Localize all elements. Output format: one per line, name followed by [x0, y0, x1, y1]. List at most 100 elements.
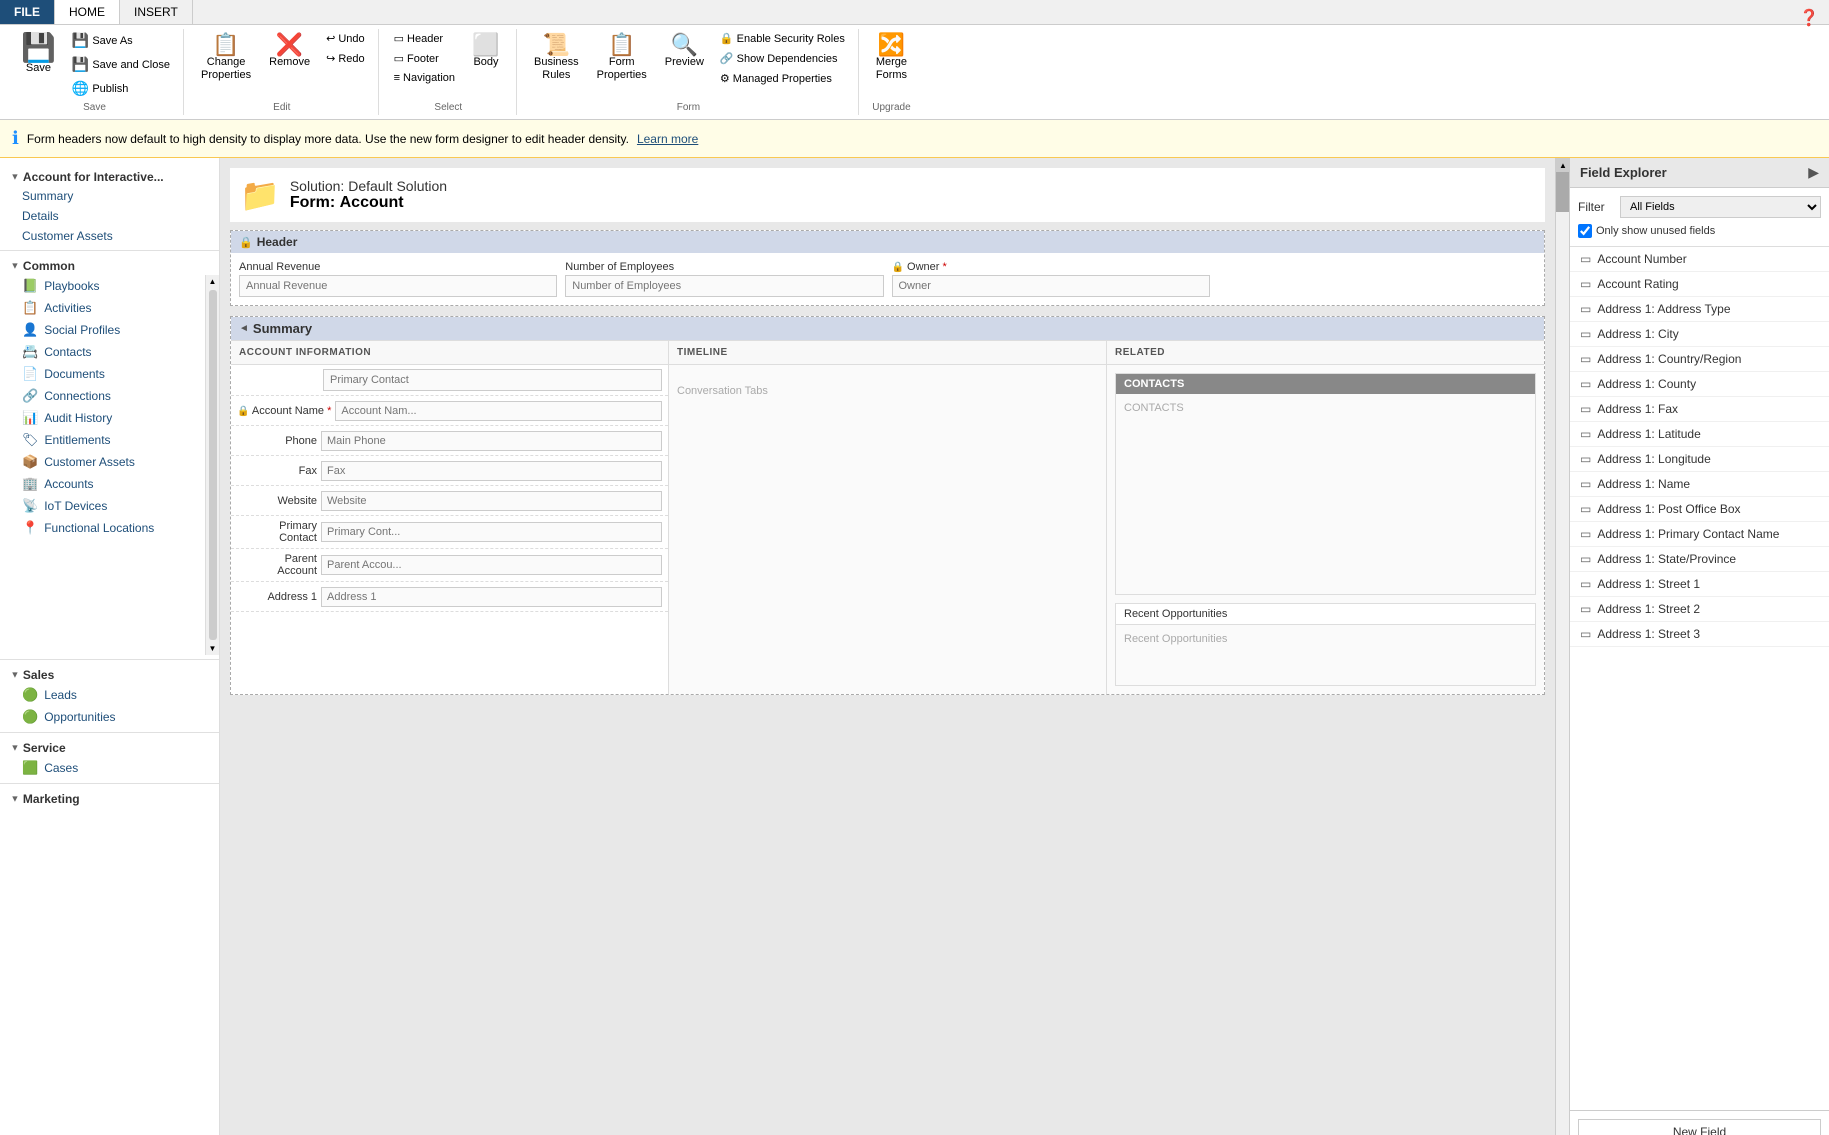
show-unused-checkbox[interactable] [1578, 224, 1592, 238]
change-properties-button[interactable]: 📋 ChangeProperties [194, 29, 258, 87]
help-icon[interactable]: ❓ [1799, 8, 1819, 28]
publish-button[interactable]: 🌐 Publish [67, 77, 175, 100]
sidebar-item-iot-devices[interactable]: 📡 IoT Devices [0, 495, 205, 517]
body-button[interactable]: ⬜ Body [464, 29, 508, 73]
field-item-address-pobox[interactable]: ▭ Address 1: Post Office Box [1570, 497, 1829, 522]
sidebar-item-audit-history[interactable]: 📊 Audit History [0, 407, 205, 429]
annual-revenue-label: Annual Revenue [239, 261, 557, 273]
redo-button[interactable]: ↪ Redo [321, 49, 370, 68]
navigation-icon: ≡ [394, 72, 400, 84]
undo-button[interactable]: ↩ Undo [321, 29, 370, 48]
field-item-address-longitude[interactable]: ▭ Address 1: Longitude [1570, 447, 1829, 472]
header-button[interactable]: ▭ Header [389, 29, 460, 48]
ribbon-edit-items: 📋 ChangeProperties ❌ Remove ↩ Undo ↪ [194, 29, 370, 100]
sidebar-item-summary[interactable]: Summary [0, 186, 219, 206]
sidebar-section-common[interactable]: Common [0, 255, 219, 275]
managed-properties-button[interactable]: ⚙ Managed Properties [715, 69, 850, 88]
field-item-address-latitude[interactable]: ▭ Address 1: Latitude [1570, 422, 1829, 447]
summary-section-header[interactable]: ◄ Summary [231, 317, 1544, 340]
sidebar-item-contacts[interactable]: 📇 Contacts [0, 341, 205, 363]
tab-insert[interactable]: INSERT [120, 0, 193, 24]
sidebar-section-sales[interactable]: Sales [0, 664, 219, 684]
sidebar-item-cases[interactable]: 🟩 Cases [0, 757, 219, 779]
business-rules-button[interactable]: 📜 BusinessRules [527, 29, 586, 87]
preview-button[interactable]: 🔍 Preview [658, 29, 711, 73]
field-item-address-street3[interactable]: ▭ Address 1: Street 3 [1570, 622, 1829, 647]
opportunities-label: Opportunities [44, 710, 115, 724]
social-profiles-label: Social Profiles [44, 323, 120, 337]
field-item-address-city[interactable]: ▭ Address 1: City [1570, 322, 1829, 347]
num-employees-field[interactable]: Number of Employees [565, 261, 883, 297]
show-dependencies-button[interactable]: 🔗 Show Dependencies [715, 49, 850, 68]
owner-label: 🔒 Owner * [892, 261, 1210, 273]
field-item-address-fax[interactable]: ▭ Address 1: Fax [1570, 397, 1829, 422]
sidebar-item-entitlements[interactable]: 🏷 Entitlements [0, 429, 205, 451]
primary-contact-input[interactable] [321, 522, 662, 542]
documents-label: Documents [44, 367, 105, 381]
primary-contact-standalone-input[interactable] [323, 369, 662, 391]
remove-button[interactable]: ❌ Remove [262, 29, 317, 73]
website-input[interactable] [321, 491, 662, 511]
field-item-address-state[interactable]: ▭ Address 1: State/Province [1570, 547, 1829, 572]
field-item-address-primary-contact[interactable]: ▭ Address 1: Primary Contact Name [1570, 522, 1829, 547]
sidebar-item-customer-assets[interactable]: 📦 Customer Assets [0, 451, 205, 473]
header-section-title[interactable]: 🔒 Header [231, 231, 1544, 253]
filter-select[interactable]: All Fields Unused Fields Required Fields… [1620, 196, 1821, 218]
field-item-address-type[interactable]: ▭ Address 1: Address Type [1570, 297, 1829, 322]
field-item-address-street1[interactable]: ▭ Address 1: Street 1 [1570, 572, 1829, 597]
fax-input[interactable] [321, 461, 662, 481]
sidebar-item-functional-locations[interactable]: 📍 Functional Locations [0, 517, 205, 539]
navigation-button[interactable]: ≡ Navigation [389, 69, 460, 87]
address1-input[interactable] [321, 587, 662, 607]
sidebar-item-customer-assets-account[interactable]: Customer Assets [0, 226, 219, 246]
sidebar-item-leads[interactable]: 🟢 Leads [0, 684, 219, 706]
save-as-button[interactable]: 💾 Save As [67, 29, 175, 52]
account-name-input[interactable] [335, 401, 662, 421]
scroll-track [1556, 172, 1569, 1135]
sidebar-section-service[interactable]: Service [0, 737, 219, 757]
show-dependencies-icon: 🔗 [720, 52, 734, 65]
sidebar-scroll-down[interactable]: ▼ [207, 642, 219, 655]
sidebar-item-opportunities[interactable]: 🟢 Opportunities [0, 706, 219, 728]
form-properties-button[interactable]: 📋 FormProperties [590, 29, 654, 87]
sidebar-item-playbooks[interactable]: 📗 Playbooks [0, 275, 205, 297]
sidebar-scroll-up[interactable]: ▲ [207, 275, 219, 288]
sidebar-item-activities[interactable]: 📋 Activities [0, 297, 205, 319]
sidebar-item-details[interactable]: Details [0, 206, 219, 226]
footer-button[interactable]: ▭ Footer [389, 49, 460, 68]
annual-revenue-field[interactable]: Annual Revenue [239, 261, 557, 297]
sidebar-item-documents[interactable]: 📄 Documents [0, 363, 205, 385]
field-item-account-rating[interactable]: ▭ Account Rating [1570, 272, 1829, 297]
body-label: Body [473, 56, 498, 68]
field-explorer-expand-icon[interactable]: ▶ [1808, 164, 1819, 181]
learn-more-link[interactable]: Learn more [637, 132, 698, 146]
field-item-address-country[interactable]: ▭ Address 1: Country/Region [1570, 347, 1829, 372]
field-item-address-county[interactable]: ▭ Address 1: County [1570, 372, 1829, 397]
field-item-label-10: Address 1: Post Office Box [1597, 502, 1740, 516]
merge-forms-button[interactable]: 🔀 MergeForms [869, 29, 914, 87]
scroll-up-btn[interactable]: ▲ [1556, 158, 1569, 172]
field-item-address-name[interactable]: ▭ Address 1: Name [1570, 472, 1829, 497]
save-as-label: Save As [92, 35, 132, 47]
scroll-thumb[interactable] [1556, 172, 1569, 212]
field-item-address-street2[interactable]: ▭ Address 1: Street 2 [1570, 597, 1829, 622]
sidebar-item-social-profiles[interactable]: 👤 Social Profiles [0, 319, 205, 341]
phone-input[interactable] [321, 431, 662, 451]
sidebar-section-marketing[interactable]: Marketing [0, 788, 219, 808]
tab-file[interactable]: FILE [0, 0, 55, 24]
num-employees-input[interactable] [565, 275, 883, 297]
recent-header: Recent Opportunities [1116, 604, 1535, 625]
sidebar-item-accounts[interactable]: 🏢 Accounts [0, 473, 205, 495]
enable-security-button[interactable]: 🔒 Enable Security Roles [715, 29, 850, 48]
field-item-account-number[interactable]: ▭ Account Number [1570, 247, 1829, 272]
new-field-button[interactable]: New Field [1578, 1119, 1821, 1135]
owner-field[interactable]: 🔒 Owner * [892, 261, 1210, 297]
owner-input[interactable] [892, 275, 1210, 297]
annual-revenue-input[interactable] [239, 275, 557, 297]
save-close-button[interactable]: 💾 Save and Close [67, 53, 175, 76]
sidebar-section-account[interactable]: Account for Interactive... [0, 166, 219, 186]
parent-account-input[interactable] [321, 555, 662, 575]
tab-home[interactable]: HOME [55, 0, 120, 24]
sidebar-item-connections[interactable]: 🔗 Connections [0, 385, 205, 407]
save-button[interactable]: 💾 Save [14, 29, 63, 79]
